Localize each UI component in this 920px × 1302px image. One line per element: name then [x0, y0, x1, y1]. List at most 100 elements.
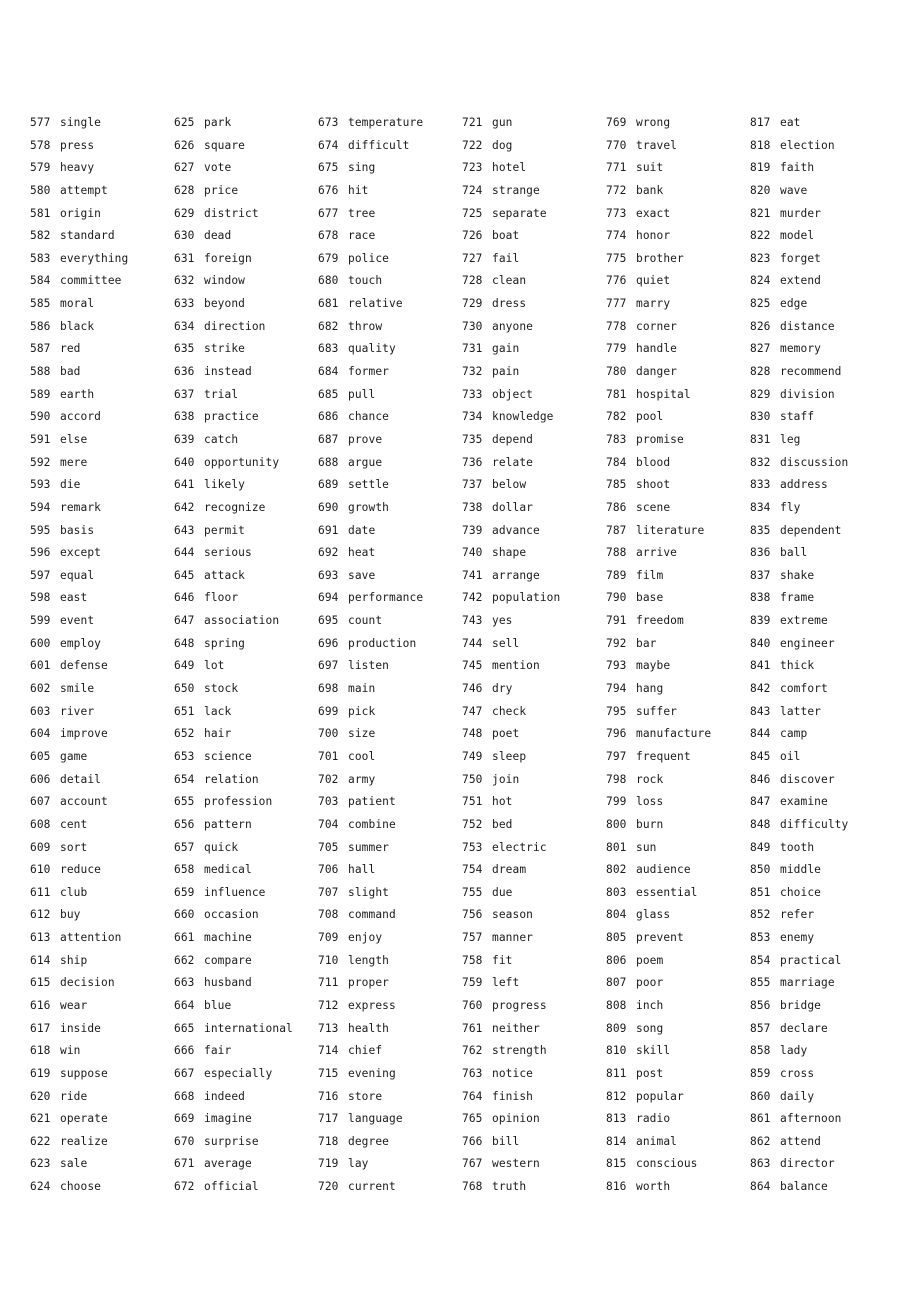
word-text: east: [60, 591, 88, 605]
word-entry: 766 bill: [462, 1131, 606, 1154]
word-number: 600: [30, 636, 51, 650]
word-entry: 776 quiet: [606, 270, 750, 293]
word-number: 589: [30, 387, 51, 401]
word-entry: 650 stock: [174, 678, 318, 701]
word-number: 836: [750, 546, 771, 560]
word-number: 677: [318, 206, 339, 220]
word-text: improve: [60, 727, 108, 741]
word-entry: 693 save: [318, 565, 462, 588]
word-number: 775: [606, 251, 627, 265]
word-entry: 704 combine: [318, 814, 462, 837]
word-entry: 591 else: [30, 429, 174, 452]
word-entry: 841 thick: [750, 655, 900, 678]
word-text: quality: [348, 342, 396, 356]
word-entry: 785 shoot: [606, 474, 750, 497]
word-number: 726: [462, 229, 483, 243]
word-entry: 686 chance: [318, 406, 462, 429]
word-number: 826: [750, 319, 771, 333]
word-number: 760: [462, 998, 483, 1012]
word-number: 849: [750, 840, 771, 854]
word-text: account: [60, 795, 108, 809]
word-text: rock: [636, 772, 664, 786]
word-text: floor: [204, 591, 239, 605]
word-number: 624: [30, 1180, 51, 1194]
word-text: black: [60, 319, 95, 333]
word-entry: 823 forget: [750, 248, 900, 271]
word-entry: 768 truth: [462, 1176, 606, 1199]
word-entry: 751 hot: [462, 791, 606, 814]
word-entry: 811 post: [606, 1063, 750, 1086]
word-number: 858: [750, 1044, 771, 1058]
word-entry: 814 animal: [606, 1131, 750, 1154]
word-entry: 673 temperature: [318, 112, 462, 135]
word-text: sale: [60, 1157, 88, 1171]
word-text: size: [348, 727, 376, 741]
word-entry: 649 lot: [174, 655, 318, 678]
word-number: 646: [174, 591, 195, 605]
word-text: game: [60, 749, 88, 763]
word-text: press: [60, 138, 95, 152]
word-text: sun: [636, 840, 657, 854]
word-entry: 784 blood: [606, 452, 750, 475]
word-text: single: [60, 116, 102, 129]
word-entry: 787 literature: [606, 520, 750, 543]
word-text: especially: [204, 1066, 273, 1080]
word-text: detail: [60, 772, 102, 786]
word-number: 788: [606, 546, 627, 560]
word-text: date: [348, 523, 376, 537]
word-entry: 653 science: [174, 746, 318, 769]
word-entry: 674 difficult: [318, 135, 462, 158]
word-entry: 711 proper: [318, 972, 462, 995]
word-text: pattern: [204, 817, 252, 831]
word-entry: 764 finish: [462, 1086, 606, 1109]
word-entry: 832 discussion: [750, 452, 900, 475]
word-text: suit: [636, 161, 664, 175]
word-text: tooth: [780, 840, 815, 854]
word-number: 758: [462, 953, 483, 967]
word-entry: 700 size: [318, 723, 462, 746]
word-entry: 638 practice: [174, 406, 318, 429]
word-entry: 861 afternoon: [750, 1108, 900, 1131]
word-entry: 767 western: [462, 1153, 606, 1176]
word-entry: 830 staff: [750, 406, 900, 429]
word-entry: 822 model: [750, 225, 900, 248]
word-text: conscious: [636, 1157, 698, 1171]
word-number: 843: [750, 704, 771, 718]
word-entry: 757 manner: [462, 927, 606, 950]
word-text: exact: [636, 206, 671, 220]
word-entry: 670 surprise: [174, 1131, 318, 1154]
word-text: operate: [60, 1112, 108, 1126]
word-number: 800: [606, 817, 627, 831]
word-entry: 604 improve: [30, 723, 174, 746]
word-number: 782: [606, 410, 627, 424]
word-entry: 661 machine: [174, 927, 318, 950]
word-text: patient: [348, 795, 396, 809]
word-number: 590: [30, 410, 51, 424]
word-entry: 808 inch: [606, 995, 750, 1018]
word-number: 781: [606, 387, 627, 401]
word-number: 640: [174, 455, 195, 469]
word-number: 818: [750, 138, 771, 152]
word-number: 753: [462, 840, 483, 854]
word-text: price: [204, 183, 239, 197]
word-text: serious: [204, 546, 252, 560]
word-text: division: [780, 387, 835, 401]
word-entry: 578 press: [30, 135, 174, 158]
word-entry: 708 command: [318, 904, 462, 927]
word-entry: 838 frame: [750, 587, 900, 610]
word-number: 784: [606, 455, 627, 469]
word-text: murder: [780, 206, 822, 220]
word-text: basis: [60, 523, 95, 537]
word-number: 789: [606, 568, 627, 582]
word-number: 815: [606, 1157, 627, 1171]
word-text: manufacture: [636, 727, 712, 741]
word-number: 632: [174, 274, 195, 288]
word-number: 611: [30, 885, 51, 899]
word-number: 741: [462, 568, 483, 582]
word-text: literature: [636, 523, 705, 537]
word-column-4: 721 gun 722 dog 723 hotel 724 strange 725 separat…: [462, 112, 606, 1199]
word-text: hall: [348, 863, 376, 877]
word-number: 602: [30, 682, 51, 696]
word-entry: 741 arrange: [462, 565, 606, 588]
word-text: progress: [492, 998, 547, 1012]
